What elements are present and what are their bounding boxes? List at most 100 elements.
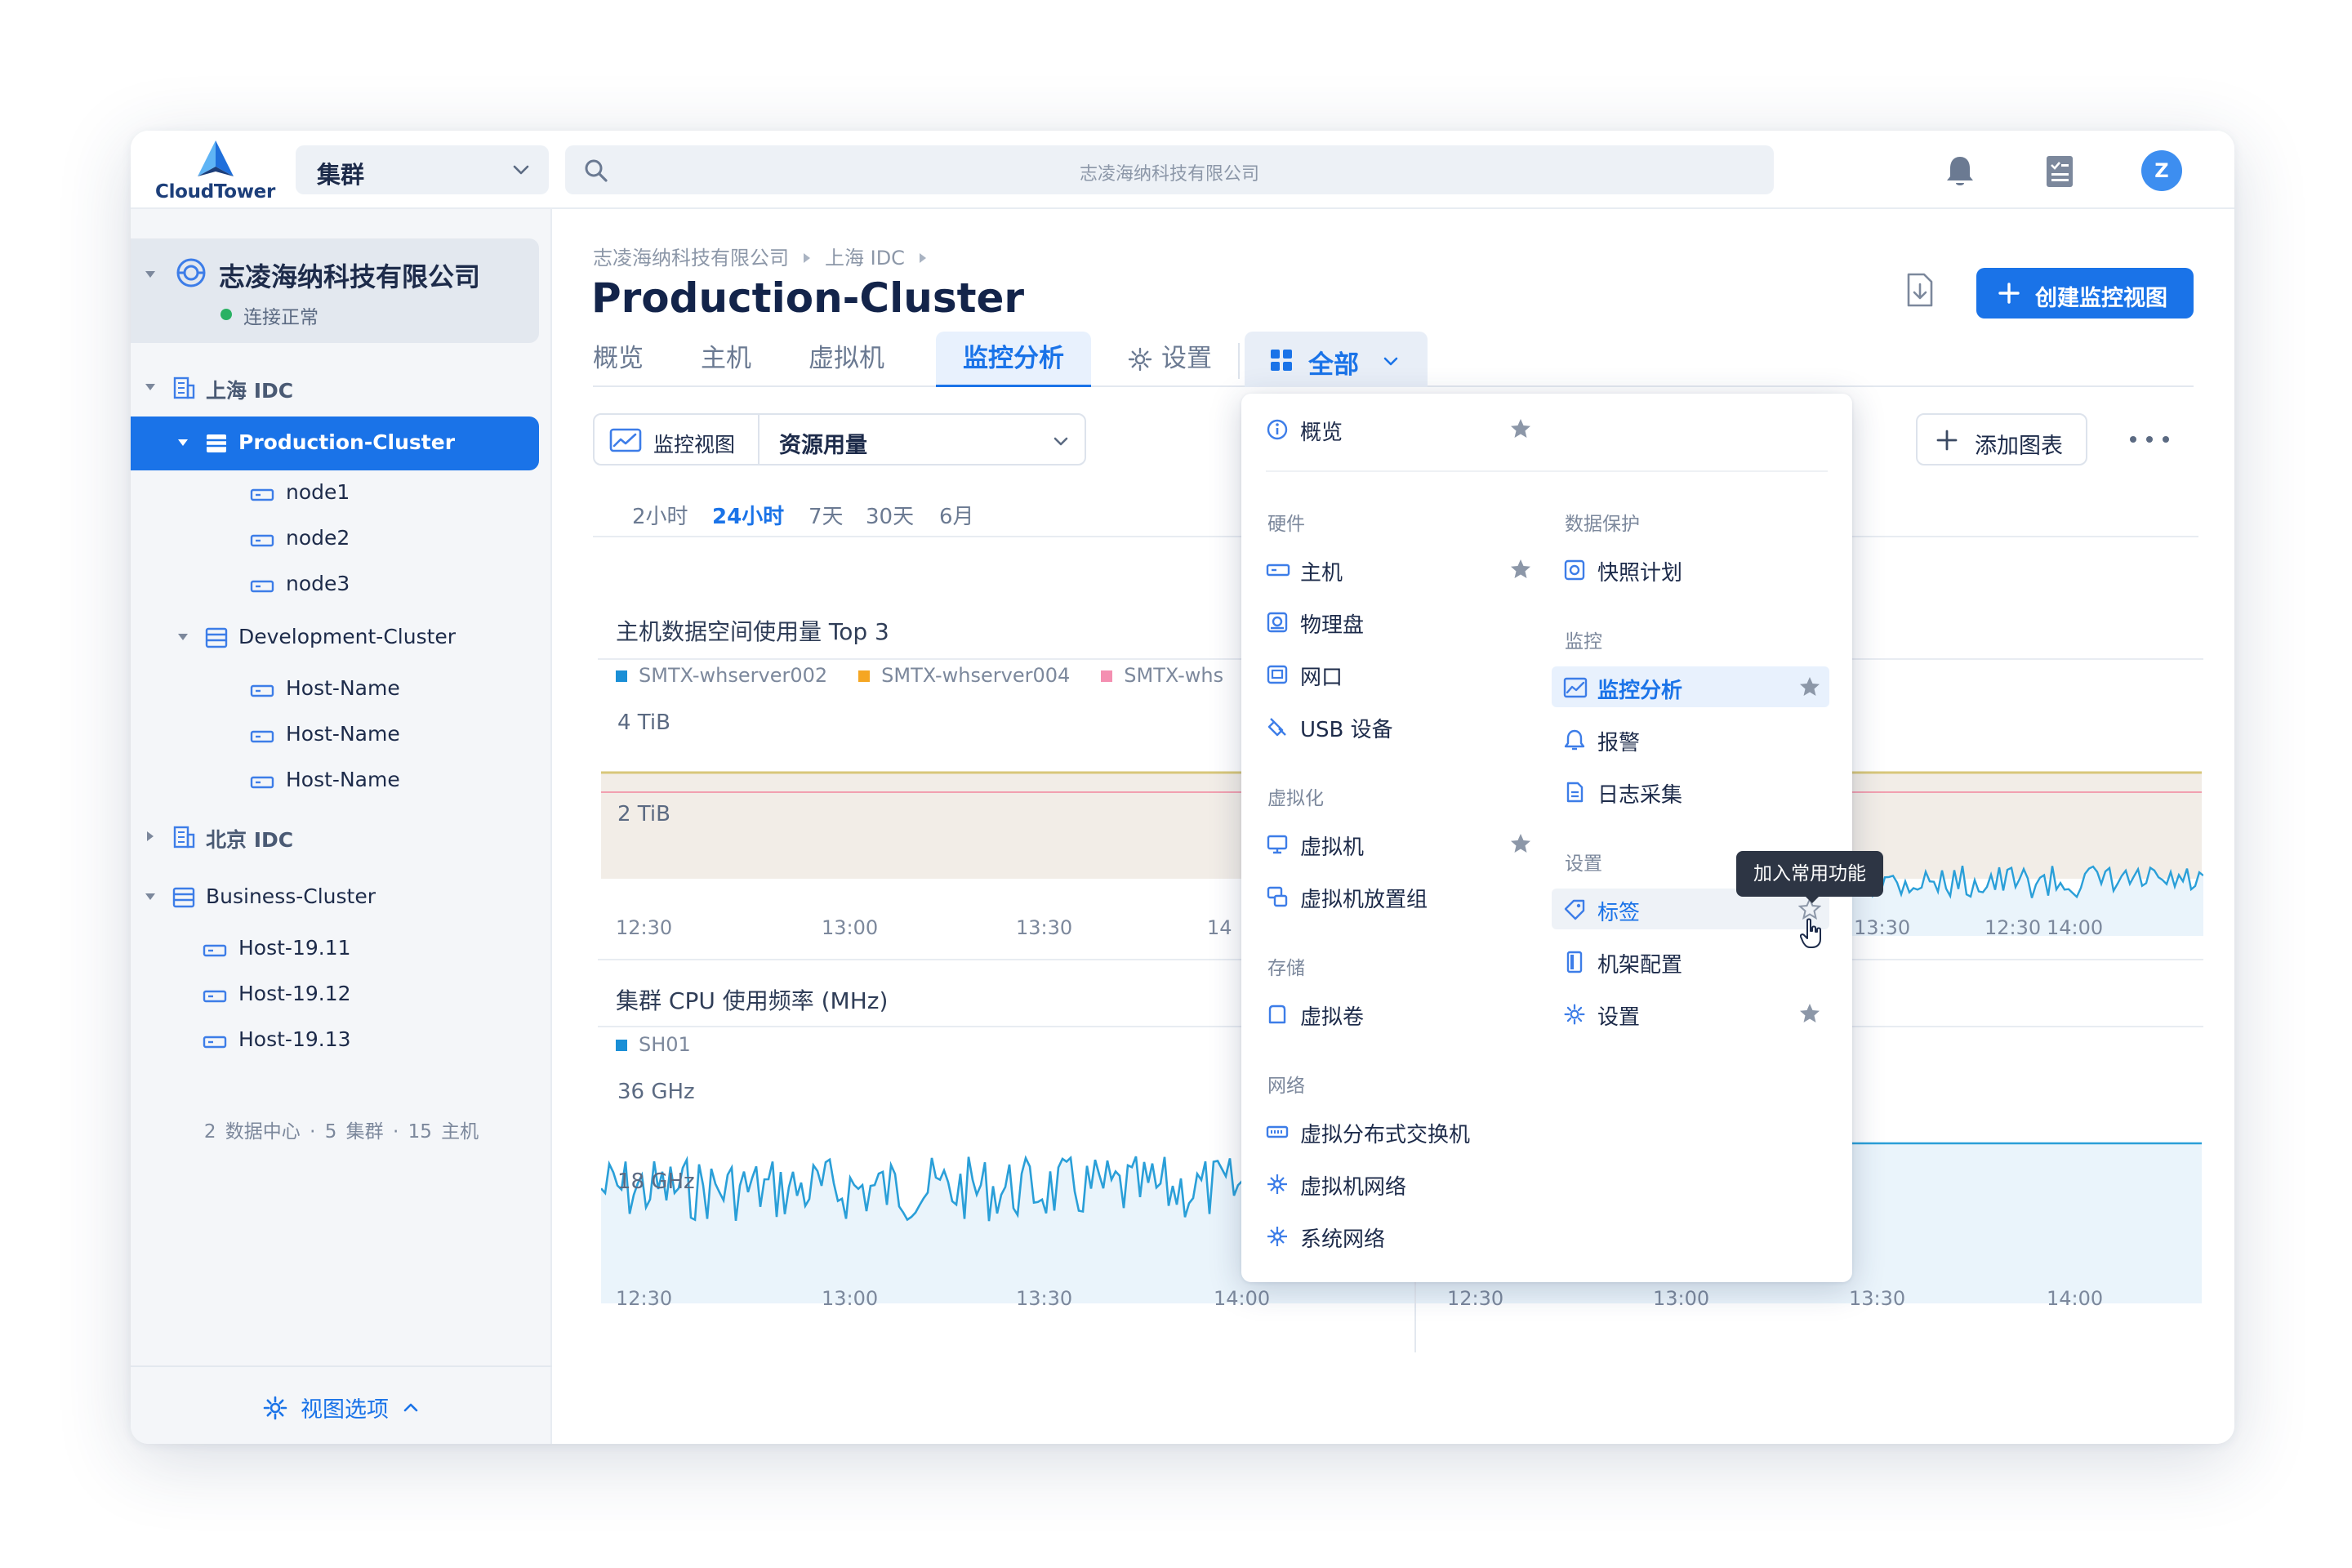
- star-icon[interactable]: [1509, 832, 1532, 855]
- tree-item-host[interactable]: Host-Name: [131, 666, 539, 712]
- grid-icon: [1271, 350, 1292, 371]
- tab-settings-label: 设置: [1161, 344, 1212, 373]
- x-axis-label: 13:30: [1016, 916, 1073, 939]
- tree-item-label: Host-Name: [286, 722, 400, 746]
- view-options-bar: 视图选项: [131, 1365, 552, 1444]
- tree-item-host[interactable]: Host-Name: [131, 758, 539, 804]
- menu-item-label: 设置: [1597, 1005, 1641, 1030]
- collapse-triangle-icon[interactable]: [176, 630, 189, 644]
- tree-item-label: Host-Name: [286, 768, 400, 791]
- range-6m[interactable]: 6月: [939, 500, 974, 530]
- cluster-selector[interactable]: 集群: [296, 145, 549, 194]
- legend-item[interactable]: SMTX-whserver002: [616, 664, 827, 687]
- legend-item[interactable]: SMTX-whs: [1101, 664, 1223, 687]
- host-icon: [203, 990, 227, 1003]
- tab-all-menu[interactable]: 全部: [1245, 332, 1428, 387]
- x-axis-label: 14:00: [2047, 916, 2104, 939]
- export-icon[interactable]: [1901, 271, 1939, 309]
- tree-item-beijing-idc[interactable]: 北京 IDC: [131, 812, 539, 862]
- menu-item-label: 监控分析: [1597, 679, 1683, 703]
- tab-hosts[interactable]: 主机: [701, 332, 766, 385]
- star-icon[interactable]: [1509, 558, 1532, 581]
- breadcrumb-item-org[interactable]: 志凌海纳科技有限公司: [593, 247, 789, 270]
- menu-item-system-networks[interactable]: 系统网络: [1254, 1215, 1540, 1256]
- collapse-triangle-icon[interactable]: [144, 890, 157, 903]
- tree-item-host-19-12[interactable]: Host-19.12: [131, 972, 539, 1018]
- menu-item-settings[interactable]: 设置: [1552, 993, 1829, 1034]
- menu-section-settings: 设置: [1565, 853, 1602, 875]
- task-list-icon[interactable]: [2043, 154, 2076, 189]
- collapse-triangle-icon[interactable]: [144, 381, 157, 394]
- user-avatar[interactable]: Z: [2141, 150, 2182, 191]
- menu-item-alerts[interactable]: 报警: [1552, 719, 1829, 760]
- collapse-triangle-icon[interactable]: [176, 436, 189, 449]
- tree-item-node1[interactable]: node1: [131, 470, 539, 516]
- more-options-button[interactable]: [2118, 418, 2184, 461]
- tab-monitoring[interactable]: 监控分析: [936, 332, 1091, 387]
- search-bar[interactable]: 志凌海纳科技有限公司: [565, 145, 1774, 194]
- tree-item-host-19-13[interactable]: Host-19.13: [131, 1018, 539, 1063]
- tab-overview[interactable]: 概览: [593, 332, 658, 385]
- add-chart-button[interactable]: 添加图表: [1916, 413, 2087, 466]
- menu-item-vm-placement-groups[interactable]: 虚拟机放置组: [1254, 875, 1540, 916]
- menu-section-hardware: 硬件: [1267, 514, 1305, 535]
- org-card[interactable]: 志凌海纳科技有限公司 连接正常: [131, 238, 539, 343]
- breadcrumb-item-datacenter[interactable]: 上海 IDC: [825, 247, 905, 270]
- tree-item-label: Host-19.11: [238, 936, 351, 960]
- menu-item-monitoring-analysis[interactable]: 监控分析: [1552, 666, 1829, 707]
- menu-item-hosts[interactable]: 主机: [1254, 549, 1540, 590]
- range-7d[interactable]: 7天: [808, 500, 844, 530]
- x-axis-label: 13:30: [1016, 1287, 1073, 1310]
- monitor-view-selector[interactable]: 监控视图 资源用量: [593, 413, 1086, 466]
- menu-item-log-collection[interactable]: 日志采集: [1552, 771, 1829, 812]
- storage-chart-legend: SMTX-whserver002 SMTX-whserver004 SMTX-whs: [616, 663, 1254, 687]
- menu-item-rack-config[interactable]: 机架配置: [1552, 941, 1829, 982]
- organization-icon: [176, 258, 206, 287]
- cloudtower-logo[interactable]: CloudTower: [155, 139, 286, 204]
- legend-item[interactable]: SMTX-whserver004: [858, 664, 1070, 687]
- menu-item-overview[interactable]: 概览: [1254, 408, 1540, 449]
- menu-item-label: 虚拟分布式交换机: [1300, 1123, 1471, 1147]
- tree-item-node3[interactable]: node3: [131, 562, 539, 608]
- tree-item-node2[interactable]: node2: [131, 516, 539, 562]
- breadcrumb: 志凌海纳科技有限公司 上海 IDC: [593, 242, 941, 270]
- log-file-icon: [1566, 782, 1584, 803]
- plus-icon: [1998, 283, 2020, 304]
- tree-item-host[interactable]: Host-Name: [131, 712, 539, 758]
- menu-item-nics[interactable]: 网口: [1254, 653, 1540, 694]
- view-options-button[interactable]: 视图选项: [131, 1392, 552, 1423]
- menu-item-snapshot-plans[interactable]: 快照计划: [1552, 549, 1829, 590]
- tree-item-production-cluster[interactable]: Production-Cluster: [131, 416, 539, 470]
- host-icon: [250, 730, 274, 743]
- tree-item-development-cluster[interactable]: Development-Cluster: [131, 612, 539, 663]
- x-axis-label: 14:00: [1214, 1287, 1271, 1310]
- collapse-triangle-icon[interactable]: [144, 268, 157, 281]
- tab-vms[interactable]: 虚拟机: [808, 332, 898, 385]
- menu-item-disks[interactable]: 物理盘: [1254, 601, 1540, 642]
- legend-item[interactable]: SH01: [616, 1033, 691, 1056]
- menu-item-vms[interactable]: 虚拟机: [1254, 823, 1540, 864]
- expand-triangle-icon[interactable]: [144, 830, 157, 843]
- datacenter-icon: [173, 376, 195, 399]
- tab-settings[interactable]: 设置: [1102, 332, 1225, 385]
- tree-item-host-19-11[interactable]: Host-19.11: [131, 926, 539, 972]
- tree-item-business-cluster[interactable]: Business-Cluster: [131, 872, 539, 923]
- range-30d[interactable]: 30天: [866, 500, 914, 530]
- volume-icon: [1268, 1004, 1286, 1024]
- tree-item-shanghai-idc[interactable]: 上海 IDC: [131, 363, 539, 413]
- host-icon: [250, 534, 274, 547]
- menu-item-vm-networks[interactable]: 虚拟机网络: [1254, 1163, 1540, 1204]
- bell-icon[interactable]: [1944, 154, 1976, 189]
- cluster-icon: [207, 434, 226, 452]
- star-icon[interactable]: [1798, 675, 1821, 698]
- star-icon[interactable]: [1798, 1002, 1821, 1025]
- menu-section-network: 网络: [1267, 1076, 1305, 1097]
- star-icon[interactable]: [1509, 417, 1532, 440]
- range-2h[interactable]: 2小时: [632, 500, 688, 530]
- gear-icon: [263, 1396, 287, 1419]
- menu-item-volumes[interactable]: 虚拟卷: [1254, 993, 1540, 1034]
- create-monitor-view-button[interactable]: 创建监控视图: [1976, 268, 2194, 318]
- range-24h[interactable]: 24小时: [712, 500, 784, 530]
- menu-item-vds[interactable]: 虚拟分布式交换机: [1254, 1111, 1540, 1152]
- menu-item-usb[interactable]: USB 设备: [1254, 706, 1540, 746]
